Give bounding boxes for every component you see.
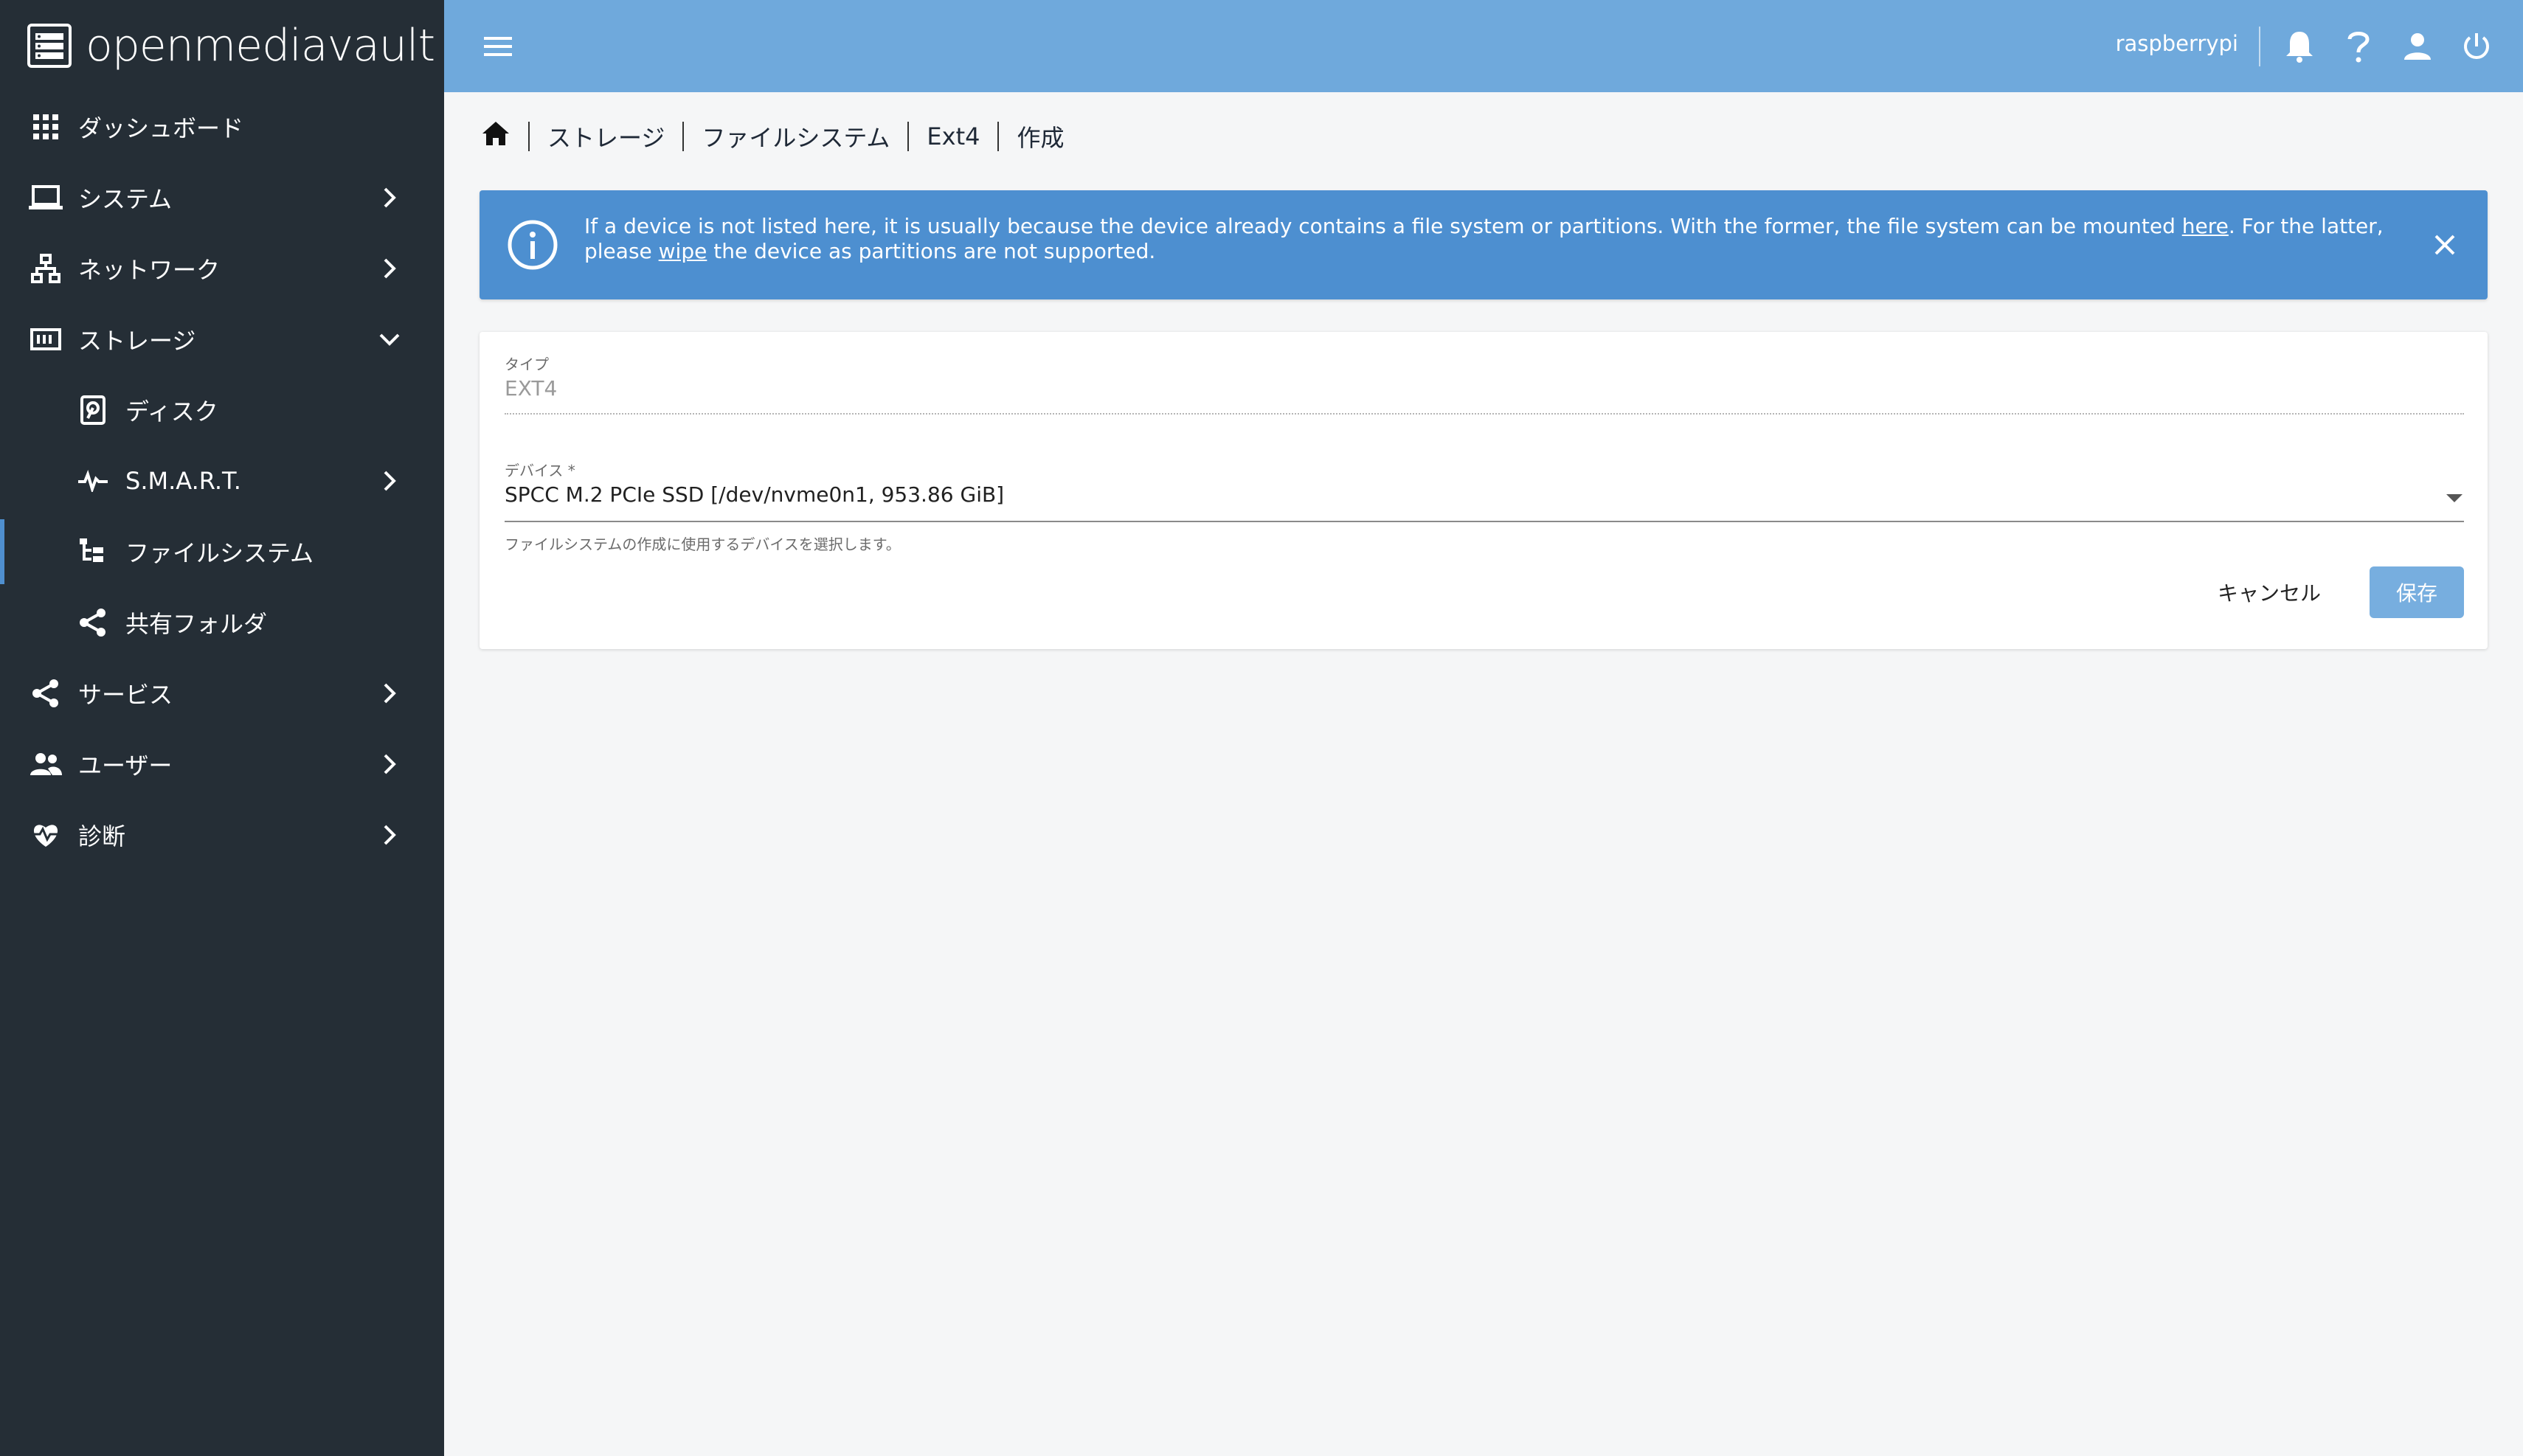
sidebar-item-system[interactable]: システム [0,165,444,230]
chevron-right-icon [376,184,403,211]
device-label: デバイス * [505,462,575,479]
breadcrumb-separator [907,122,910,151]
app-root: openmediavault ダッシュボード システム ネットワーク ストレージ… [0,0,2523,1456]
type-field: EXT4 [505,376,558,401]
sidebar-item-label: ネットワーク [78,256,221,284]
sidebar-item-shared-folders[interactable]: 共有フォルダ [0,590,444,655]
help-icon[interactable] [2340,28,2377,65]
breadcrumb-item-storage[interactable]: ストレージ [547,119,665,153]
alert-text: If a device is not listed here, it is us… [584,214,2182,238]
sidebar-item-label: システム [78,185,173,213]
chevron-right-icon [376,680,403,707]
breadcrumb-item-create: 作成 [1017,124,1065,152]
close-icon[interactable] [2427,227,2463,263]
cancel-button[interactable]: キャンセル [2198,566,2340,618]
chevron-right-icon [376,468,403,494]
info-alert: If a device is not listed here, it is us… [480,190,2488,299]
save-button[interactable]: 保存 [2370,566,2464,618]
chevron-right-icon [376,822,403,848]
type-underline [505,413,2464,415]
here-link[interactable]: here [2182,214,2229,238]
top-bar: raspberrypi [444,0,2523,92]
divider [2259,27,2260,66]
sidebar: openmediavault ダッシュボード システム ネットワーク ストレージ… [0,0,444,1456]
device-hint: ファイルシステムの作成に使用するデバイスを選択します。 [505,535,901,553]
pulse-icon [75,463,111,499]
brand[interactable]: openmediavault [27,16,435,75]
breadcrumb-item-filesystems[interactable]: ファイルシステム [702,119,890,153]
heart-pulse-icon [28,817,63,853]
info-icon [508,220,558,270]
device-select[interactable]: SPCC M.2 PCIe SSD [/dev/nvme0n1, 953.86 … [505,482,1004,507]
breadcrumb-separator [528,122,530,151]
chevron-right-icon [376,751,403,777]
sidebar-item-label: 共有フォルダ [125,610,268,638]
sidebar-item-users[interactable]: ユーザー [0,732,444,797]
alert-message: If a device is not listed here, it is us… [584,214,2384,264]
filesystem-icon [75,534,111,569]
form-card: タイプ EXT4 デバイス * SPCC M.2 PCIe SSD [/dev/… [480,332,2488,649]
chevron-down-icon [376,326,403,353]
breadcrumb-separator [997,122,1000,151]
sidebar-item-label: 診断 [78,822,126,850]
server-logo-icon [27,24,72,68]
share-icon [28,676,63,711]
sidebar-item-label: ユーザー [78,752,173,780]
brand-name: openmediavault [86,20,435,72]
users-icon [28,746,63,782]
breadcrumb-separator [682,122,685,151]
share-icon [75,605,111,640]
type-label: タイプ [505,356,549,373]
grid-icon [28,109,63,145]
storage-icon [28,322,63,357]
sidebar-item-disks[interactable]: ディスク [0,378,444,443]
power-icon[interactable] [2458,28,2495,65]
breadcrumb-item-ext4[interactable]: Ext4 [927,122,980,150]
sidebar-item-smart[interactable]: S.M.A.R.T. [0,448,444,513]
sidebar-item-label: ファイルシステム [125,539,314,567]
chevron-down-icon[interactable] [2446,494,2463,502]
bell-icon[interactable] [2281,28,2318,65]
sidebar-item-network[interactable]: ネットワーク [0,236,444,301]
network-icon [28,251,63,286]
sidebar-item-dashboard[interactable]: ダッシュボード [0,94,444,159]
disk-icon [75,392,111,428]
sidebar-item-storage[interactable]: ストレージ [0,307,444,372]
chevron-right-icon [376,255,403,282]
wipe-link[interactable]: wipe [659,239,707,263]
sidebar-item-label: S.M.A.R.T. [125,467,241,495]
sidebar-item-label: サービス [78,681,173,709]
sidebar-item-diagnostics[interactable]: 診断 [0,802,444,867]
user-icon[interactable] [2399,28,2436,65]
sidebar-item-label: ストレージ [78,327,196,355]
sidebar-item-services[interactable]: サービス [0,661,444,726]
sidebar-item-filesystems[interactable]: ファイルシステム [0,519,444,584]
laptop-icon [28,180,63,215]
sidebar-item-label: ディスク [125,398,218,426]
menu-icon[interactable] [480,28,516,65]
breadcrumb: ストレージ ファイルシステム Ext4 作成 [481,107,1065,166]
alert-text: the device as partitions are not support… [707,239,1156,263]
home-icon[interactable] [481,120,511,153]
device-underline [505,521,2464,522]
sidebar-item-label: ダッシュボード [78,114,244,142]
main-content: ストレージ ファイルシステム Ext4 作成 If a device is no… [444,92,2523,1456]
hostname: raspberrypi [2115,31,2238,56]
